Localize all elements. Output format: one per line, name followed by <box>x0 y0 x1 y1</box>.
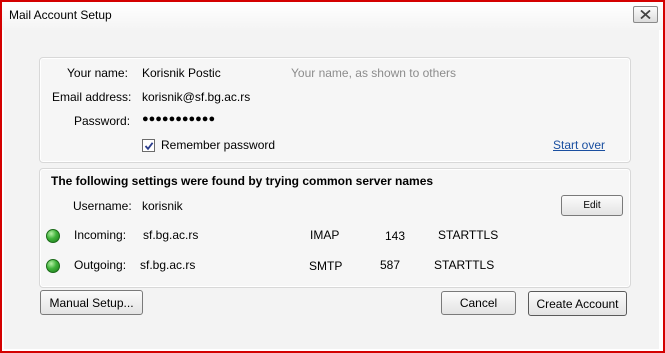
outgoing-label: Outgoing: <box>74 258 127 272</box>
incoming-protocol: IMAP <box>310 228 340 242</box>
username-label: Username: <box>73 199 132 213</box>
name-label: Your name: <box>67 66 128 80</box>
incoming-server: sf.bg.ac.rs <box>143 228 199 242</box>
identity-panel: Your name: Korisnik Postic Your name, as… <box>39 57 631 163</box>
close-icon <box>640 10 651 19</box>
username-value: korisnik <box>142 199 183 213</box>
start-over-link[interactable]: Start over <box>553 138 605 152</box>
settings-heading: The following settings were found by try… <box>51 174 434 188</box>
mail-account-setup-window: Mail Account Setup Your name: Korisnik P… <box>0 0 665 353</box>
window-title: Mail Account Setup <box>9 8 112 22</box>
incoming-status-icon <box>46 229 60 243</box>
manual-setup-button[interactable]: Manual Setup... <box>40 290 143 315</box>
incoming-label: Incoming: <box>74 228 127 242</box>
outgoing-port: 587 <box>380 258 401 272</box>
edit-button[interactable]: Edit <box>561 195 623 216</box>
remember-password-label[interactable]: Remember password <box>161 138 275 152</box>
dialog-body: Your name: Korisnik Postic Your name, as… <box>4 30 659 349</box>
email-field[interactable]: korisnik@sf.bg.ac.rs <box>142 90 250 104</box>
server-settings-panel: The following settings were found by try… <box>39 168 631 288</box>
outgoing-security: STARTTLS <box>434 258 495 272</box>
outgoing-protocol: SMTP <box>309 259 343 273</box>
checkmark-icon <box>144 141 153 150</box>
name-field[interactable]: Korisnik Postic <box>142 66 221 80</box>
outgoing-server: sf.bg.ac.rs <box>140 258 196 272</box>
outgoing-status-icon <box>46 259 60 273</box>
incoming-security: STARTTLS <box>438 228 499 242</box>
email-label: Email address: <box>52 90 132 104</box>
title-bar: Mail Account Setup <box>2 2 663 30</box>
password-field[interactable]: ●●●●●●●●●●● <box>142 113 215 125</box>
cancel-button[interactable]: Cancel <box>441 291 516 315</box>
incoming-port: 143 <box>385 229 406 243</box>
remember-password-checkbox[interactable] <box>142 139 155 152</box>
name-hint: Your name, as shown to others <box>291 66 456 80</box>
password-label: Password: <box>74 114 131 128</box>
create-account-button[interactable]: Create Account <box>528 291 627 316</box>
close-button[interactable] <box>633 6 658 23</box>
